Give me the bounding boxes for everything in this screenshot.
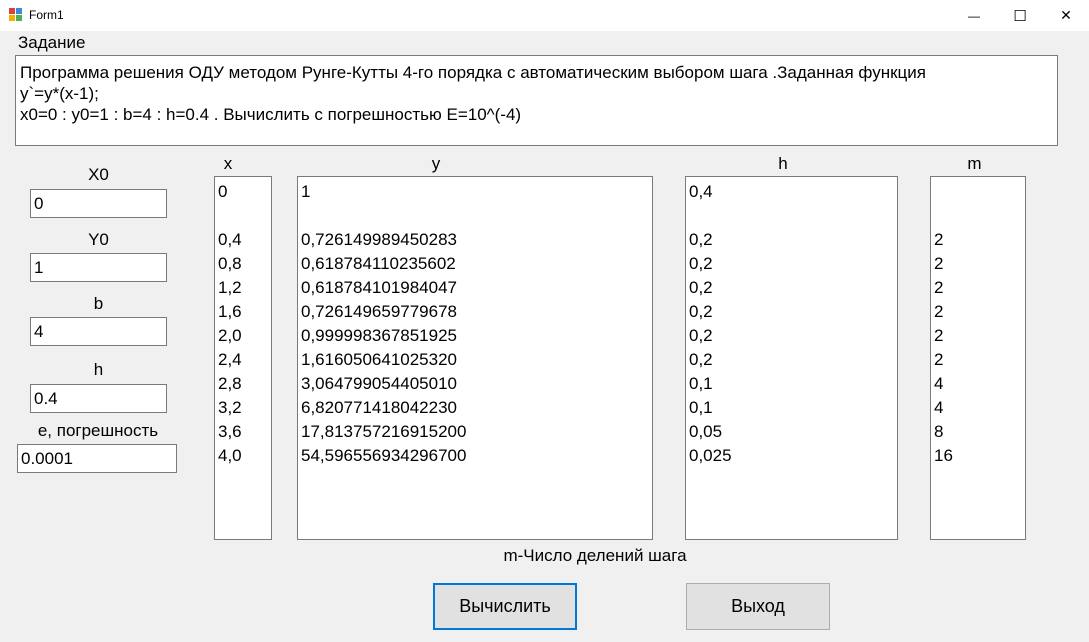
list-item: 4 — [934, 398, 944, 417]
list-item: 0,2 — [689, 350, 713, 369]
list-item: 2 — [934, 230, 944, 249]
list-item: 2 — [934, 350, 944, 369]
list-item: 0,2 — [689, 278, 713, 297]
task-textbox[interactable]: Программа решения ОДУ методом Рунге-Кутт… — [15, 55, 1058, 146]
b-input[interactable]: 4 — [30, 317, 167, 346]
title-bar: Form1 — ☐ ✕ — [0, 0, 1089, 31]
list-item: 6,820771418042230 — [301, 398, 457, 417]
list-item: 2,8 — [218, 374, 242, 393]
list-item: 2 — [934, 302, 944, 321]
list-item — [934, 180, 1025, 204]
x-listbox[interactable]: 0 0,4 0,8 1,2 1,6 2,0 2,4 2,8 3,2 3,6 4,… — [214, 176, 272, 540]
minimize-icon: — — [968, 8, 980, 23]
list-item: 0,1 — [689, 374, 713, 393]
list-item: 0,8 — [218, 254, 242, 273]
list-item: 0 — [218, 182, 228, 201]
task-line: x0=0 : y0=1 : b=4 : h=0.4 . Вычислить с … — [20, 105, 522, 124]
list-item — [934, 204, 1025, 228]
y-listbox[interactable]: 1 0,726149989450283 0,618784110235602 0,… — [297, 176, 653, 540]
list-item: 2 — [934, 254, 944, 273]
h-label: h — [93, 360, 104, 379]
list-item: 1,616050641025320 — [301, 350, 457, 369]
list-item: 0,2 — [689, 302, 713, 321]
maximize-icon: ☐ — [1013, 7, 1027, 25]
list-item: 4,0 — [218, 446, 242, 465]
list-item: 0,1 — [689, 398, 713, 417]
y0-label: Y0 — [88, 230, 109, 249]
step-divisions-caption: m-Число делений шага — [503, 546, 687, 565]
m-listbox[interactable]: 2 2 2 2 2 2 4 4 8 16 — [930, 176, 1026, 540]
exit-button[interactable]: Выход — [686, 583, 830, 630]
list-item: 0,025 — [689, 446, 732, 465]
e-label: е, погрешность — [37, 421, 159, 440]
list-item — [689, 204, 897, 228]
list-item: 2 — [934, 278, 944, 297]
list-item: 16 — [934, 446, 953, 465]
list-item: 0,05 — [689, 422, 723, 441]
list-item: 54,596556934296700 — [301, 446, 467, 465]
list-item: 1,2 — [218, 278, 242, 297]
list-item: 0,4 — [689, 182, 713, 201]
close-button[interactable]: ✕ — [1043, 0, 1089, 31]
list-item: 0,726149659779678 — [301, 302, 457, 321]
list-item: 17,813757216915200 — [301, 422, 467, 441]
list-item: 2,4 — [218, 350, 242, 369]
h-input[interactable]: 0.4 — [30, 384, 167, 413]
list-item: 0,618784110235602 — [301, 254, 456, 273]
compute-button[interactable]: Вычислить — [433, 583, 577, 630]
task-line: y`=y*(x-1); — [20, 84, 99, 103]
list-item — [301, 204, 652, 228]
b-label: b — [93, 294, 104, 313]
list-item: 0,2 — [689, 326, 713, 345]
header-h: h — [778, 154, 788, 173]
x0-input[interactable]: 0 — [30, 189, 167, 218]
window-title: Form1 — [29, 8, 64, 22]
minimize-button[interactable]: — — [951, 0, 997, 31]
list-item: 2 — [934, 326, 944, 345]
list-item: 4 — [934, 374, 944, 393]
x0-label: X0 — [88, 165, 109, 184]
header-m: m — [967, 154, 982, 173]
list-item: 1 — [301, 182, 311, 201]
list-item: 8 — [934, 422, 944, 441]
list-item: 3,2 — [218, 398, 242, 417]
list-item: 0,618784101984047 — [301, 278, 457, 297]
task-line: Программа решения ОДУ методом Рунге-Кутт… — [20, 63, 926, 82]
list-item: 0,2 — [689, 230, 713, 249]
list-item: 0,2 — [689, 254, 713, 273]
list-item — [218, 204, 271, 228]
h-listbox[interactable]: 0,4 0,2 0,2 0,2 0,2 0,2 0,2 0,1 0,1 0,05… — [685, 176, 898, 540]
list-item: 1,6 — [218, 302, 242, 321]
maximize-button[interactable]: ☐ — [997, 0, 1043, 31]
list-item: 0,726149989450283 — [301, 230, 457, 249]
close-icon: ✕ — [1060, 7, 1072, 23]
e-input[interactable]: 0.0001 — [17, 444, 177, 473]
list-item: 0,999998367851925 — [301, 326, 457, 345]
y0-input[interactable]: 1 — [30, 253, 167, 282]
list-item: 0,4 — [218, 230, 242, 249]
list-item: 3,6 — [218, 422, 242, 441]
header-y: y — [431, 154, 441, 173]
app-icon — [9, 8, 23, 21]
task-heading: Задание — [18, 33, 86, 52]
list-item: 2,0 — [218, 326, 242, 345]
list-item: 3,064799054405010 — [301, 374, 457, 393]
header-x: x — [223, 154, 233, 173]
